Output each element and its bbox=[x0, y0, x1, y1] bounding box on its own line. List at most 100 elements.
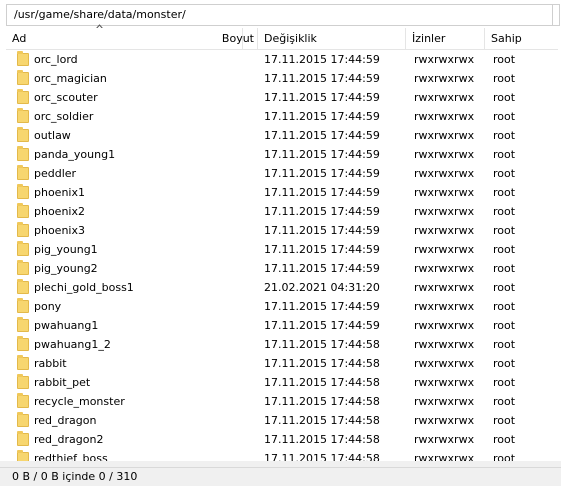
file-name: phoenix3 bbox=[34, 224, 85, 237]
file-permissions: rwxrwxrwx bbox=[414, 281, 475, 294]
column-header-name[interactable]: Ad bbox=[6, 28, 243, 49]
file-name: rabbit_pet bbox=[34, 376, 91, 389]
table-row[interactable]: orc_lord 17.11.2015 17:44:59 rwxrwxrwx root bbox=[6, 50, 558, 69]
table-row[interactable]: phoenix1 17.11.2015 17:44:59 rwxrwxrwx root bbox=[6, 183, 558, 202]
file-owner: root bbox=[493, 186, 516, 199]
file-owner: root bbox=[493, 72, 516, 85]
folder-icon bbox=[17, 317, 29, 332]
file-owner: root bbox=[493, 300, 516, 313]
table-row[interactable]: rabbit_pet 17.11.2015 17:44:58 rwxrwxrwx ro… bbox=[6, 373, 558, 392]
file-modified: 17.11.2015 17:44:59 bbox=[264, 186, 380, 199]
file-permissions: rwxrwxrwx bbox=[414, 167, 475, 180]
file-modified: 17.11.2015 17:44:59 bbox=[264, 319, 380, 332]
file-modified: 17.11.2015 17:44:59 bbox=[264, 300, 380, 313]
file-modified: 17.11.2015 17:44:58 bbox=[264, 357, 380, 370]
file-owner: root bbox=[493, 243, 516, 256]
column-header-permissions[interactable]: İzinler bbox=[406, 28, 485, 49]
file-modified: 17.11.2015 17:44:58 bbox=[264, 414, 380, 427]
table-row[interactable]: orc_magician 17.11.2015 17:44:59 rwxrwxrwx… bbox=[6, 69, 558, 88]
folder-icon bbox=[17, 108, 29, 123]
path-text[interactable]: /usr/game/share/data/monster/ bbox=[14, 8, 186, 21]
file-list[interactable]: orc_lord 17.11.2015 17:44:59 rwxrwxrwx root… bbox=[6, 50, 558, 467]
file-permissions: rwxrwxrwx bbox=[414, 53, 475, 66]
folder-icon bbox=[17, 127, 29, 142]
folder-icon bbox=[17, 336, 29, 351]
file-owner: root bbox=[493, 433, 516, 446]
file-name: panda_young1 bbox=[34, 148, 116, 161]
file-modified: 21.02.2021 04:31:20 bbox=[264, 281, 380, 294]
folder-icon bbox=[17, 70, 29, 85]
file-modified: 17.11.2015 17:44:59 bbox=[264, 262, 380, 275]
column-header-row: Ad Boyut Değişiklik İzinler Sahip bbox=[6, 28, 558, 50]
table-row[interactable]: red_dragon2 17.11.2015 17:44:58 rwxrwxrwx r… bbox=[6, 430, 558, 449]
folder-icon bbox=[17, 374, 29, 389]
file-owner: root bbox=[493, 357, 516, 370]
file-permissions: rwxrwxrwx bbox=[414, 129, 475, 142]
file-modified: 17.11.2015 17:44:59 bbox=[264, 91, 380, 104]
file-name: red_dragon bbox=[34, 414, 97, 427]
file-permissions: rwxrwxrwx bbox=[414, 72, 475, 85]
folder-icon bbox=[17, 260, 29, 275]
file-owner: root bbox=[493, 414, 516, 427]
folder-icon bbox=[17, 51, 29, 66]
status-bar: 0 B / 0 B içinde 0 / 310 bbox=[0, 467, 561, 486]
file-name: pig_young2 bbox=[34, 262, 98, 275]
file-name: pig_young1 bbox=[34, 243, 98, 256]
table-row[interactable]: pwahuang1 17.11.2015 17:44:59 rwxrwxrwx roo… bbox=[6, 316, 558, 335]
file-name: orc_magician bbox=[34, 72, 107, 85]
file-owner: root bbox=[493, 319, 516, 332]
table-row[interactable]: pig_young1 17.11.2015 17:44:59 rwxrwxrwx ro… bbox=[6, 240, 558, 259]
file-owner: root bbox=[493, 205, 516, 218]
table-row[interactable]: peddler 17.11.2015 17:44:59 rwxrwxrwx root bbox=[6, 164, 558, 183]
folder-icon bbox=[17, 222, 29, 237]
folder-icon bbox=[17, 184, 29, 199]
column-header-size[interactable]: Boyut bbox=[218, 28, 258, 49]
folder-icon bbox=[17, 431, 29, 446]
file-modified: 17.11.2015 17:44:59 bbox=[264, 167, 380, 180]
table-row[interactable]: recycle_monster 17.11.2015 17:44:58 rwxrwx… bbox=[6, 392, 558, 411]
folder-icon bbox=[17, 165, 29, 180]
file-permissions: rwxrwxrwx bbox=[414, 357, 475, 370]
table-row[interactable]: pwahuang1_2 17.11.2015 17:44:58 rwxrwxrwx r… bbox=[6, 335, 558, 354]
table-row[interactable]: phoenix2 17.11.2015 17:44:59 rwxrwxrwx root bbox=[6, 202, 558, 221]
file-permissions: rwxrwxrwx bbox=[414, 376, 475, 389]
file-modified: 17.11.2015 17:44:58 bbox=[264, 338, 380, 351]
file-name: phoenix2 bbox=[34, 205, 85, 218]
file-permissions: rwxrwxrwx bbox=[414, 262, 475, 275]
table-row[interactable]: rabbit 17.11.2015 17:44:58 rwxrwxrwx root bbox=[6, 354, 558, 373]
path-bar-scroll-knob[interactable] bbox=[552, 5, 559, 25]
table-row[interactable]: pony 17.11.2015 17:44:59 rwxrwxrwx root bbox=[6, 297, 558, 316]
file-owner: root bbox=[493, 129, 516, 142]
table-row[interactable]: plechi_gold_boss1 21.02.2021 04:31:20 rwxr… bbox=[6, 278, 558, 297]
file-owner: root bbox=[493, 224, 516, 237]
file-owner: root bbox=[493, 395, 516, 408]
file-permissions: rwxrwxrwx bbox=[414, 91, 475, 104]
file-name: peddler bbox=[34, 167, 77, 180]
table-row[interactable]: orc_scouter 17.11.2015 17:44:59 rwxrwxrwx r… bbox=[6, 88, 558, 107]
table-row[interactable]: orc_soldier 17.11.2015 17:44:59 rwxrwxrwx r… bbox=[6, 107, 558, 126]
file-name: red_dragon2 bbox=[34, 433, 104, 446]
file-name: recycle_monster bbox=[34, 395, 125, 408]
file-owner: root bbox=[493, 338, 516, 351]
file-owner: root bbox=[493, 281, 516, 294]
file-modified: 17.11.2015 17:44:59 bbox=[264, 72, 380, 85]
table-row[interactable]: red_dragon 17.11.2015 17:44:58 rwxrwxrwx ro… bbox=[6, 411, 558, 430]
file-name: orc_lord bbox=[34, 53, 78, 66]
file-name: pony bbox=[34, 300, 62, 313]
file-owner: root bbox=[493, 262, 516, 275]
table-row[interactable]: panda_young1 17.11.2015 17:44:59 rwxrwxrwx… bbox=[6, 145, 558, 164]
file-modified: 17.11.2015 17:44:58 bbox=[264, 395, 380, 408]
table-row[interactable]: pig_young2 17.11.2015 17:44:59 rwxrwxrwx ro… bbox=[6, 259, 558, 278]
file-permissions: rwxrwxrwx bbox=[414, 243, 475, 256]
column-header-modified[interactable]: Değişiklik bbox=[258, 28, 406, 49]
file-permissions: rwxrwxrwx bbox=[414, 186, 475, 199]
table-row[interactable]: phoenix3 17.11.2015 17:44:59 rwxrwxrwx root bbox=[6, 221, 558, 240]
path-bar[interactable]: /usr/game/share/data/monster/ bbox=[6, 4, 560, 26]
column-header-owner[interactable]: Sahip bbox=[485, 28, 558, 49]
folder-icon bbox=[17, 146, 29, 161]
file-modified: 17.11.2015 17:44:59 bbox=[264, 205, 380, 218]
table-row[interactable]: outlaw 17.11.2015 17:44:59 rwxrwxrwx root bbox=[6, 126, 558, 145]
file-modified: 17.11.2015 17:44:58 bbox=[264, 433, 380, 446]
file-owner: root bbox=[493, 110, 516, 123]
status-text: 0 B / 0 B içinde 0 / 310 bbox=[12, 470, 138, 483]
